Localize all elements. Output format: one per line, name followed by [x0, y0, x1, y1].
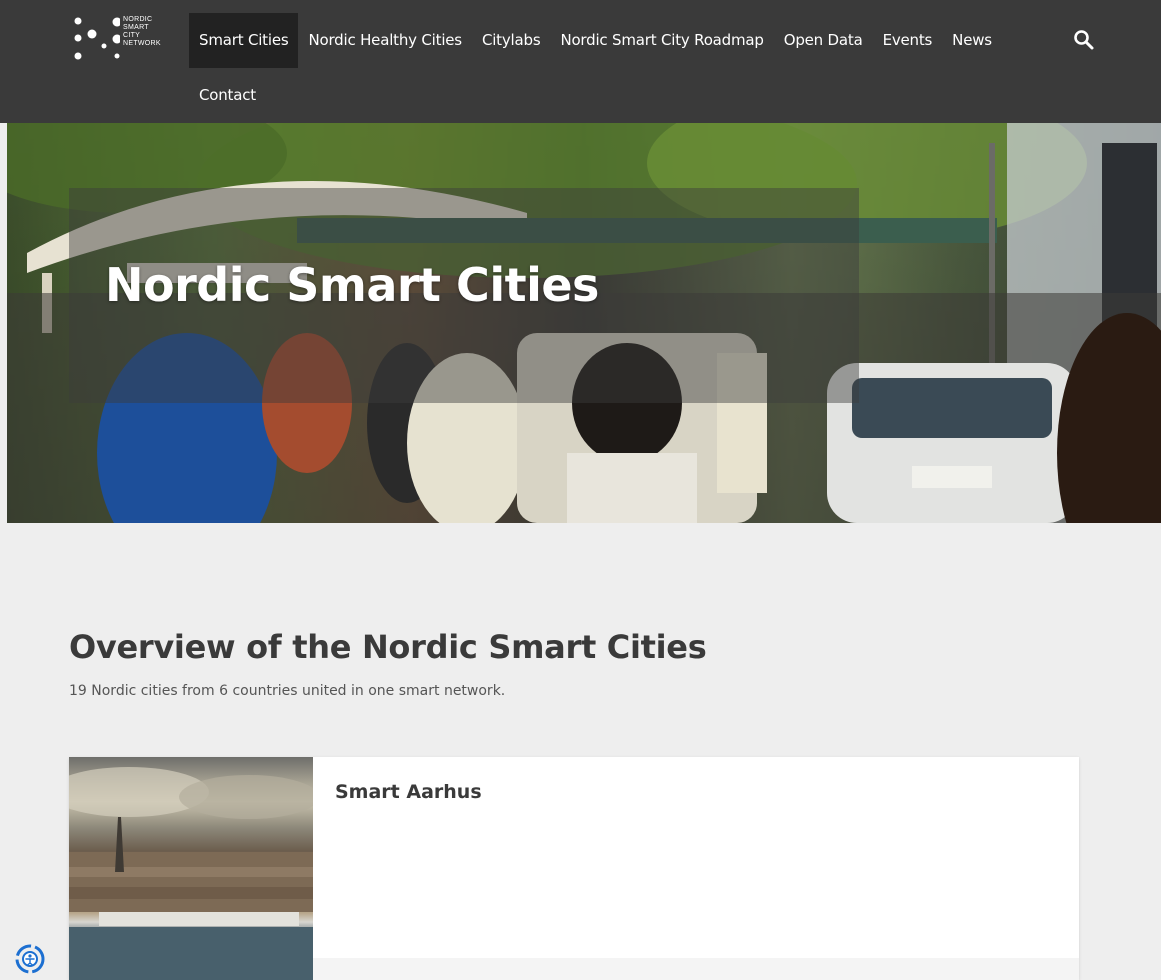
- top-navigation: NORDIC SMART CITY NETWORK Smart Cities N…: [0, 0, 1161, 123]
- search-icon[interactable]: [1072, 28, 1096, 52]
- nav-menu-row-2: Contact: [189, 68, 266, 123]
- logo-line: CITY: [123, 32, 141, 39]
- city-thumbnail-image: [69, 757, 319, 980]
- logo-text: NORDIC SMART CITY NETWORK: [123, 16, 161, 48]
- nav-item-smart-cities[interactable]: Smart Cities: [189, 13, 299, 68]
- city-name[interactable]: Smart Aarhus: [335, 781, 482, 803]
- nav-menu: Smart Cities Nordic Healthy Cities Cityl…: [189, 13, 1002, 68]
- logo-dots-icon: [74, 17, 122, 60]
- nav-item-contact[interactable]: Contact: [189, 68, 266, 123]
- site-logo[interactable]: NORDIC SMART CITY NETWORK: [70, 14, 180, 64]
- nav-item-nordic-healthy-cities[interactable]: Nordic Healthy Cities: [298, 13, 471, 68]
- nav-item-roadmap[interactable]: Nordic Smart City Roadmap: [550, 13, 773, 68]
- logo-line: NETWORK: [123, 40, 161, 47]
- hero-title: Nordic Smart Cities: [105, 258, 599, 312]
- hero-banner: Nordic Smart Cities: [7, 123, 1161, 523]
- nav-item-open-data[interactable]: Open Data: [774, 13, 873, 68]
- accessibility-icon[interactable]: [15, 944, 45, 974]
- nav-item-citylabs[interactable]: Citylabs: [472, 13, 551, 68]
- logo-line: NORDIC: [123, 16, 153, 23]
- city-card-smart-aarhus[interactable]: Smart Aarhus: [69, 757, 1079, 980]
- card-footer: [313, 958, 1079, 980]
- logo-line: SMART: [123, 24, 149, 31]
- aarhus-aerial-photo: [69, 767, 319, 980]
- nav-item-news[interactable]: News: [942, 13, 1002, 68]
- page-subtitle: 19 Nordic cities from 6 countries united…: [69, 683, 506, 699]
- nav-item-events[interactable]: Events: [873, 13, 943, 68]
- page-title: Overview of the Nordic Smart Cities: [69, 628, 707, 666]
